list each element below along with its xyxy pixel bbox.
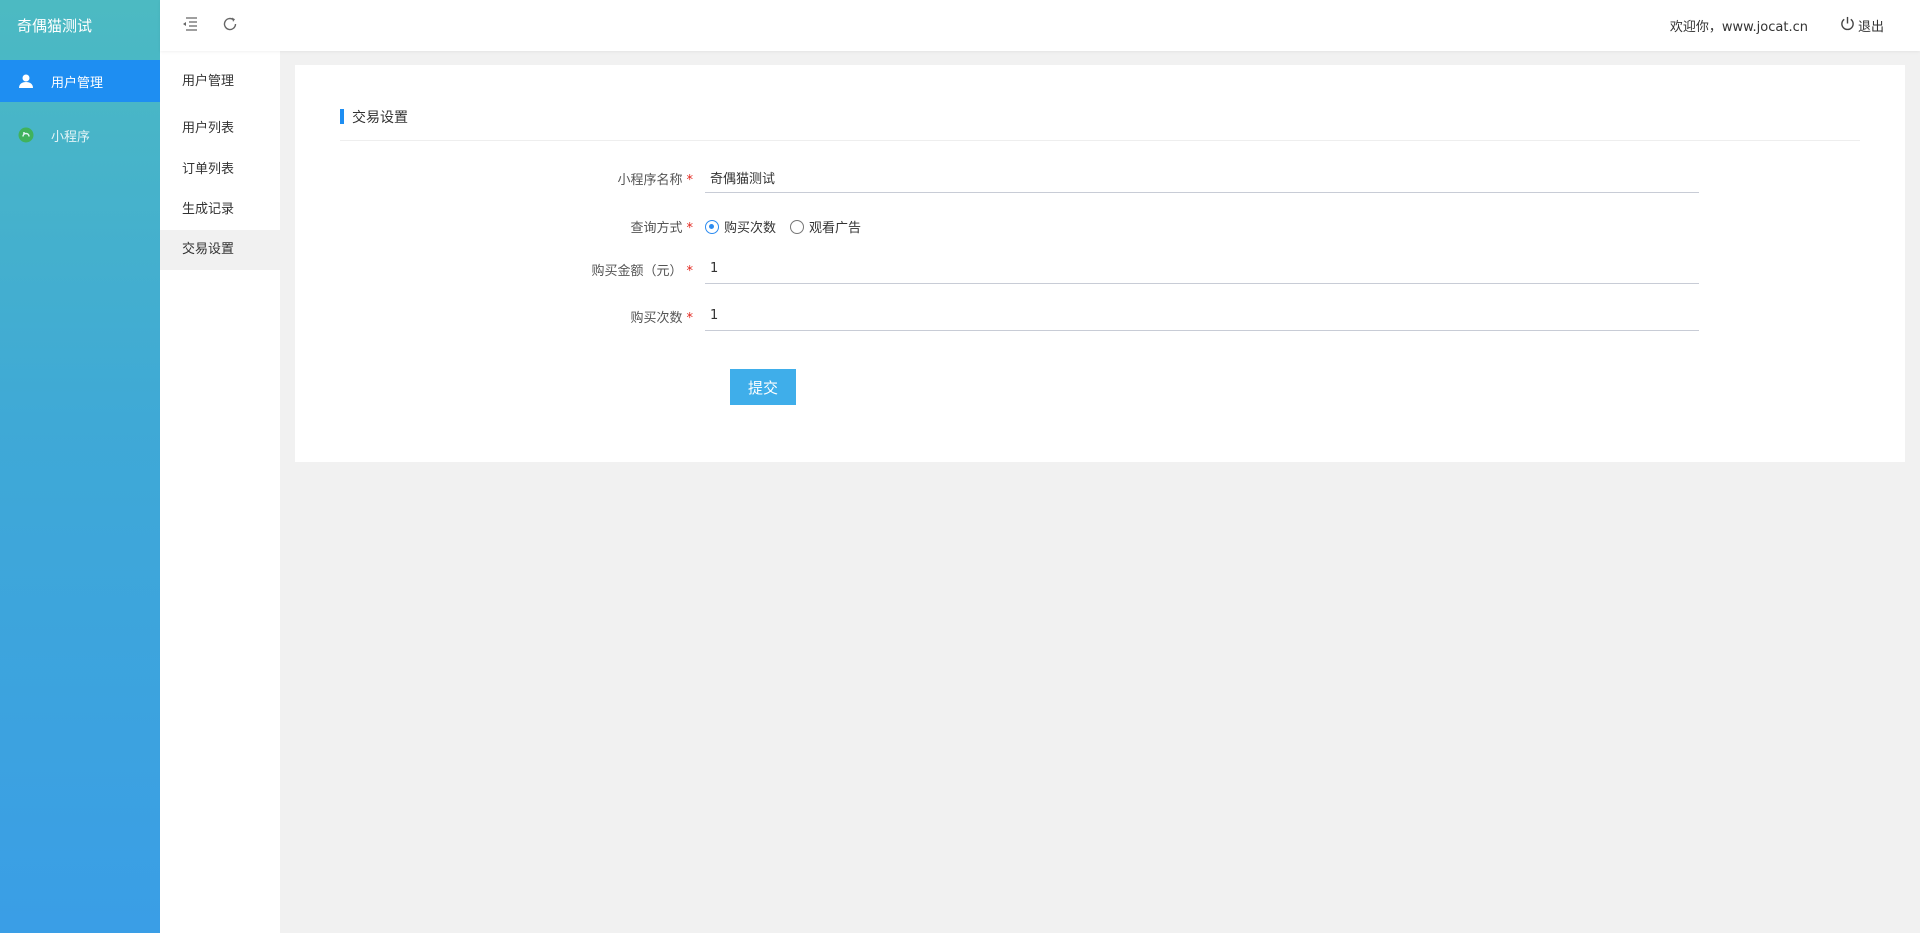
section-header: 交易设置 bbox=[340, 107, 1860, 141]
welcome-text: 欢迎你，www.jocat.cn bbox=[1669, 20, 1808, 35]
settings-card: 交易设置 小程序名称* 查询方式* 购买次数 观看广告 购买金额（元）* 购买次… bbox=[295, 65, 1905, 462]
form-row-app-name: 小程序名称 * bbox=[295, 163, 1905, 193]
logout-label: 退出 bbox=[1857, 20, 1884, 35]
sidebar: 奇偶猫测试 用户管理 小程序 bbox=[0, 0, 160, 933]
submenu: 用户管理 用户列表 订单列表 生成记录 交易设置 bbox=[160, 0, 280, 933]
submit-button[interactable]: 提交 bbox=[730, 369, 796, 405]
miniprogram-icon bbox=[17, 126, 35, 144]
radio-watch-ad[interactable]: 观看广告 bbox=[790, 217, 861, 236]
refresh-button[interactable] bbox=[210, 0, 250, 51]
radio-label: 购买次数 bbox=[724, 221, 777, 236]
submenu-item-generation-records[interactable]: 生成记录 bbox=[160, 190, 280, 230]
submenu-item-order-list[interactable]: 订单列表 bbox=[160, 150, 280, 190]
submenu-item-trade-settings[interactable]: 交易设置 bbox=[160, 230, 280, 270]
query-mode-label: 查询方式 * bbox=[630, 221, 693, 236]
submenu-item-user-list[interactable]: 用户列表 bbox=[160, 109, 280, 149]
query-mode-radio-group: 购买次数 观看广告 bbox=[705, 217, 875, 236]
power-icon bbox=[1840, 16, 1858, 35]
radio-checked-icon bbox=[705, 219, 719, 234]
submenu-title: 用户管理 bbox=[182, 74, 235, 89]
count-input[interactable] bbox=[705, 301, 1699, 331]
sidebar-item-label: 用户管理 bbox=[51, 75, 104, 91]
sidebar-item-user-management[interactable]: 用户管理 bbox=[0, 60, 160, 102]
amount-label: 购买金额（元） * bbox=[591, 263, 693, 279]
radio-label: 观看广告 bbox=[809, 221, 862, 236]
app-name-input[interactable] bbox=[705, 163, 1699, 193]
sidebar-item-miniprogram[interactable]: 小程序 bbox=[0, 114, 160, 156]
form-row-amount: 购买金额（元） * bbox=[295, 254, 1905, 284]
app-name-label: 小程序名称 * bbox=[617, 172, 693, 188]
header-right: 欢迎你，www.jocat.cn 退出 bbox=[1670, 16, 1884, 35]
count-label: 购买次数 * bbox=[630, 310, 693, 326]
section-title: 交易设置 bbox=[352, 110, 408, 126]
menu-fold-button[interactable] bbox=[170, 0, 210, 51]
amount-input[interactable] bbox=[705, 254, 1699, 284]
menu-fold-icon bbox=[182, 16, 198, 35]
form-row-count: 购买次数 * bbox=[295, 301, 1905, 331]
brand-title: 奇偶猫测试 bbox=[17, 17, 93, 35]
sidebar-item-label: 小程序 bbox=[51, 129, 91, 145]
refresh-icon bbox=[222, 16, 238, 36]
radio-purchase-count[interactable]: 购买次数 bbox=[705, 217, 776, 236]
user-icon bbox=[17, 72, 35, 90]
radio-unchecked-icon bbox=[790, 219, 805, 234]
section-accent-bar bbox=[340, 109, 344, 124]
form-row-query-mode: 查询方式 * 购买次数 观看广告 bbox=[295, 217, 1905, 236]
logout-button[interactable]: 退出 bbox=[1840, 16, 1884, 35]
top-header: 欢迎你，www.jocat.cn 退出 bbox=[160, 0, 1920, 51]
